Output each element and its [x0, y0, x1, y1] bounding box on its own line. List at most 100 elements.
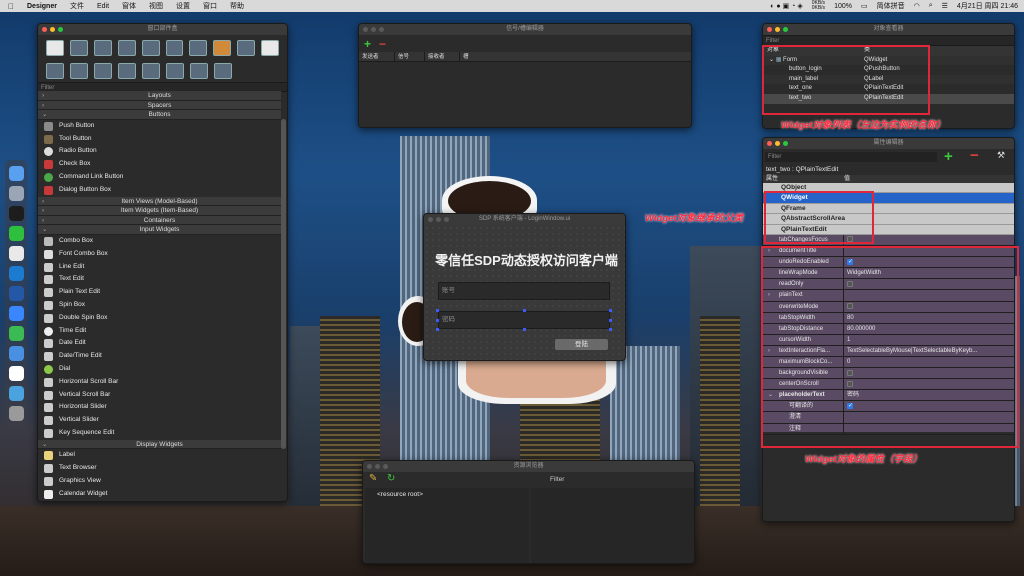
- widget-datetime-edit[interactable]: Date/Time Edit: [38, 350, 281, 363]
- widget-check-box[interactable]: Check Box: [38, 158, 281, 171]
- input-method[interactable]: 简体拼音: [877, 1, 905, 11]
- remove-connection-icon[interactable]: −: [379, 37, 386, 51]
- app-grid-icon[interactable]: [9, 346, 24, 361]
- downloads-icon[interactable]: [9, 386, 24, 401]
- widget-graphics-view[interactable]: Graphics View: [38, 475, 281, 488]
- bring-front-icon[interactable]: [165, 39, 184, 56]
- calendar-icon[interactable]: [9, 366, 24, 381]
- col-slot[interactable]: 槽: [460, 52, 691, 61]
- app-n-icon[interactable]: [9, 286, 24, 301]
- widget-time-edit[interactable]: Time Edit: [38, 325, 281, 338]
- menu-help[interactable]: 帮助: [230, 1, 244, 11]
- selection-handle[interactable]: [609, 309, 612, 312]
- apple-menu-icon[interactable]: : [8, 2, 14, 11]
- minimize-icon[interactable]: [50, 27, 55, 32]
- widget-list-scrollbar[interactable]: [281, 119, 286, 449]
- layout-h-splitter-icon[interactable]: [94, 63, 112, 79]
- col-receiver[interactable]: 接收者: [425, 52, 460, 61]
- password-field[interactable]: 密码: [438, 311, 610, 329]
- close-icon[interactable]: [767, 141, 772, 146]
- category-item-widgets[interactable]: › Item Widgets (Item-Based): [38, 206, 281, 216]
- open-form-icon[interactable]: [69, 39, 88, 56]
- vscode-icon[interactable]: [9, 266, 24, 281]
- copy-icon[interactable]: [117, 39, 136, 56]
- minimize-icon[interactable]: [375, 464, 380, 469]
- login-button[interactable]: 登陆: [555, 339, 608, 350]
- widget-calendar[interactable]: Calendar Widget: [38, 488, 281, 501]
- zoom-icon[interactable]: [783, 27, 788, 32]
- category-input-widgets[interactable]: ⌄ Input Widgets: [38, 225, 281, 235]
- zoom-icon[interactable]: [783, 141, 788, 146]
- edit-tab-order-icon[interactable]: [261, 39, 280, 56]
- close-icon[interactable]: [767, 27, 772, 32]
- battery-icon[interactable]: ▭: [861, 2, 868, 10]
- category-spacers[interactable]: › Spacers: [38, 100, 281, 111]
- menu-window[interactable]: 窗口: [203, 1, 217, 11]
- trash-icon[interactable]: [9, 406, 24, 421]
- selection-handle[interactable]: [436, 319, 439, 322]
- layout-horizontal-icon[interactable]: [46, 63, 64, 79]
- configure-icon[interactable]: ⚒: [997, 150, 1005, 161]
- category-display-widgets[interactable]: ⌄ Display Widgets: [38, 439, 281, 450]
- form-window-titlebar[interactable]: SDP 系统客户端 - LoginWindow.ui: [424, 214, 625, 225]
- minimize-icon[interactable]: [775, 27, 780, 32]
- save-form-icon[interactable]: [93, 39, 112, 56]
- new-form-icon[interactable]: [46, 39, 64, 56]
- add-connection-icon[interactable]: +: [364, 37, 371, 51]
- widget-date-edit[interactable]: Date Edit: [38, 337, 281, 350]
- selection-handle[interactable]: [609, 328, 612, 331]
- control-center-icon[interactable]: ☰: [942, 2, 948, 10]
- category-containers[interactable]: › Containers: [38, 215, 281, 226]
- reload-icon[interactable]: ↻: [387, 473, 395, 484]
- resource-filter-label[interactable]: Filter: [550, 476, 564, 483]
- selection-handle[interactable]: [609, 319, 612, 322]
- send-back-icon[interactable]: [189, 39, 208, 56]
- resource-file-list[interactable]: [531, 488, 694, 563]
- widget-tool-button[interactable]: Tool Button: [38, 133, 281, 146]
- layout-v-splitter-icon[interactable]: [118, 63, 136, 79]
- chrome-icon[interactable]: [9, 246, 24, 261]
- object-inspector-titlebar[interactable]: 对象查看器: [763, 24, 1014, 35]
- clock[interactable]: 4月21日 周四 21:46: [957, 1, 1018, 11]
- layout-vertical-icon[interactable]: [70, 63, 88, 79]
- widget-v-scroll-bar[interactable]: Vertical Scroll Bar: [38, 389, 281, 402]
- selection-handle[interactable]: [523, 309, 526, 312]
- zoom-icon[interactable]: [379, 27, 384, 32]
- col-signal[interactable]: 信号: [395, 52, 425, 61]
- resource-tree[interactable]: <resource root>: [365, 488, 529, 563]
- edit-signals-icon[interactable]: [237, 39, 256, 56]
- widget-radio-button[interactable]: Radio Button: [38, 145, 281, 158]
- category-buttons[interactable]: ⌄ Buttons: [38, 110, 281, 120]
- zoom-icon[interactable]: [444, 217, 449, 222]
- widget-v-slider[interactable]: Vertical Slider: [38, 414, 281, 427]
- designer-icon[interactable]: [9, 326, 24, 341]
- layout-grid-icon[interactable]: [142, 63, 160, 79]
- search-icon[interactable]: ⌕: [929, 2, 933, 10]
- edit-resources-icon[interactable]: ✎: [369, 473, 377, 484]
- widget-plain-text-edit[interactable]: Plain Text Edit: [38, 286, 281, 299]
- wifi-icon[interactable]: ◠: [914, 2, 920, 10]
- widget-double-spin-box[interactable]: Double Spin Box: [38, 312, 281, 325]
- widget-spin-box[interactable]: Spin Box: [38, 299, 281, 312]
- selection-handle[interactable]: [436, 328, 439, 331]
- widget-push-button[interactable]: Push Button: [38, 120, 281, 133]
- col-value[interactable]: 值: [844, 175, 850, 183]
- break-layout-icon[interactable]: [190, 63, 208, 79]
- category-item-views[interactable]: › Item Views (Model-Based): [38, 196, 281, 207]
- widget-text-browser[interactable]: Text Browser: [38, 462, 281, 475]
- close-icon[interactable]: [367, 464, 372, 469]
- widget-combo-box[interactable]: Combo Box: [38, 235, 281, 248]
- dingtalk-icon[interactable]: [9, 306, 24, 321]
- property-filter-input[interactable]: Filter: [765, 152, 937, 162]
- signal-slot-titlebar[interactable]: 信号/槽编辑器: [359, 24, 691, 35]
- widget-dial[interactable]: Dial: [38, 363, 281, 376]
- adjust-size-icon[interactable]: [214, 63, 232, 79]
- widget-label[interactable]: Label: [38, 449, 281, 462]
- close-icon[interactable]: [42, 27, 47, 32]
- widget-h-scroll-bar[interactable]: Horizontal Scroll Bar: [38, 376, 281, 389]
- category-layouts[interactable]: › Layouts: [38, 91, 281, 101]
- menu-form[interactable]: 窗体: [122, 1, 136, 11]
- widget-box-titlebar[interactable]: 窗口部件盒: [38, 24, 287, 35]
- qq-icon[interactable]: [9, 206, 24, 221]
- menu-app-name[interactable]: Designer: [27, 3, 57, 10]
